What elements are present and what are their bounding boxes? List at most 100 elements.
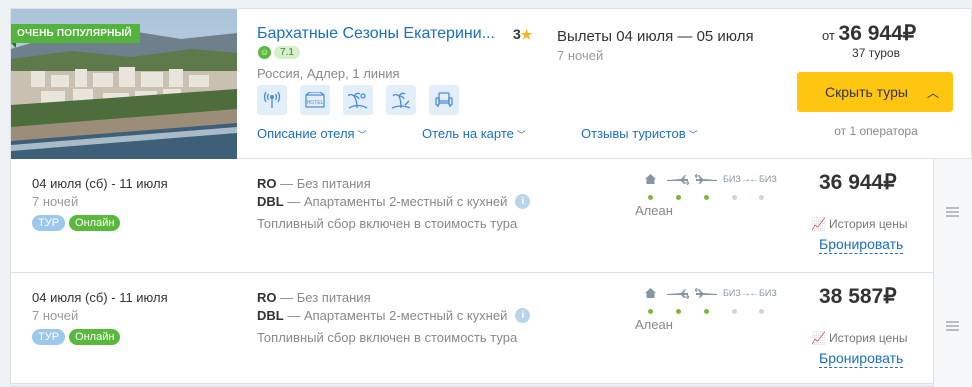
meal-plan: RO — Без питания — [257, 290, 371, 305]
beach-icon[interactable] — [343, 85, 373, 115]
plane-departure-icon — [667, 174, 691, 187]
hotel-name-link[interactable]: Бархатные Сезоны Екатерини... — [257, 25, 495, 43]
business-class-out-icon: БИЗ→ — [723, 288, 751, 299]
room-type: DBL — Апартаменты 2-местный с кухней i — [257, 194, 531, 209]
service-dot-on — [704, 195, 709, 200]
svg-text:HOTEL: HOTEL — [307, 100, 324, 106]
offer-price: 36 944₽ — [819, 171, 897, 194]
min-price-value: 36 944₽ — [838, 22, 917, 45]
included-services: БИЗ→ ←БИЗ — [633, 287, 777, 318]
info-icon[interactable]: i — [515, 194, 531, 209]
meal-code: RO — [257, 176, 277, 191]
service-dot-off — [759, 195, 764, 200]
chevron-down-icon: ﹀ — [688, 130, 698, 140]
popular-badge: ОЧЕНЬ ПОПУЛЯРНЫЙ — [11, 24, 140, 48]
hotel-reviews-label: Отзывы туристов — [581, 126, 686, 141]
chevron-down-icon: ﹀ — [357, 130, 367, 140]
plane-return-icon — [693, 173, 717, 187]
fuel-note: Топливный сбор включен в стоимость тура — [257, 330, 518, 345]
hotel-card: ОЧЕНЬ ПОПУЛЯРНЫЙ Бархатные Сезоны Екатер… — [10, 8, 972, 387]
service-dot-on — [704, 309, 709, 314]
tour-tag: ТУР — [32, 329, 66, 345]
service-dot-off — [732, 309, 737, 314]
online-tag: Онлайн — [69, 215, 121, 231]
house-icon — [645, 174, 656, 186]
offer-row: 04 июля (сб) - 11 июля 7 ночей ТУР Онлай… — [11, 273, 972, 387]
plane-departure-icon — [667, 288, 691, 301]
online-tag: Онлайн — [69, 329, 121, 345]
house-icon — [645, 288, 656, 300]
armchair-icon[interactable] — [429, 85, 459, 115]
meal-text: — Без питания — [280, 176, 371, 191]
meal-code: RO — [257, 290, 277, 305]
room-text: — Апартаменты 2-местный с кухней — [287, 194, 508, 209]
room-type: DBL — Апартаменты 2-местный с кухней i — [257, 308, 531, 323]
hotel-map-link[interactable]: Отель на карте ﹀ — [422, 126, 526, 141]
business-class-back-icon: ←БИЗ — [749, 288, 777, 299]
tour-operator: Алеан — [635, 317, 673, 332]
service-dot-on — [676, 195, 681, 200]
hotel-stars: 3★ — [513, 26, 532, 43]
hide-tours-button[interactable]: Скрыть туры ︿ — [797, 72, 953, 112]
hotel-map-label: Отель на карте — [422, 126, 514, 141]
meal-plan: RO — Без питания — [257, 176, 371, 191]
service-dot-on — [676, 309, 681, 314]
business-class-back-icon: ←БИЗ — [749, 174, 777, 185]
offer-nights: 7 ночей — [32, 308, 79, 323]
offer-price: 38 587₽ — [819, 285, 897, 308]
chart-icon: 📈 — [811, 217, 826, 231]
offer-nights: 7 ночей — [32, 194, 79, 209]
star-icon: ★ — [520, 27, 533, 42]
hotel-photo[interactable]: ОЧЕНЬ ПОПУЛЯРНЫЙ — [11, 9, 237, 159]
room-code: DBL — [257, 308, 284, 323]
hotel-reviews-link[interactable]: Отзывы туристов ﹀ — [581, 126, 698, 141]
offer-tags: ТУР Онлайн — [32, 215, 121, 231]
menu-icon[interactable] — [946, 207, 959, 219]
price-history-link[interactable]: 📈 История цены — [811, 217, 908, 231]
tour-tag: ТУР — [32, 215, 66, 231]
chevron-down-icon: ﹀ — [516, 130, 526, 140]
summary-nights: 7 ночей — [557, 48, 604, 63]
offer-dates: 04 июля (сб) - 11 июля — [32, 176, 168, 191]
beach-palm-icon[interactable] — [386, 85, 416, 115]
info-icon[interactable]: i — [515, 308, 531, 323]
biz-label: БИЗ — [759, 288, 777, 298]
plane-return-icon — [693, 287, 717, 301]
menu-icon[interactable] — [946, 321, 959, 333]
hide-tours-label: Скрыть туры — [825, 84, 908, 100]
tours-count: 37 туров — [852, 46, 900, 60]
hotel-icon[interactable]: HOTEL — [300, 85, 330, 115]
operators-count: от 1 оператора — [834, 124, 918, 138]
book-button[interactable]: Бронировать — [819, 350, 904, 368]
from-label: от — [822, 28, 835, 43]
tour-operator: Алеан — [635, 203, 673, 218]
flight-dates: Вылеты 04 июля — 05 июля — [557, 28, 754, 45]
offer-tags: ТУР Онлайн — [32, 329, 121, 345]
wifi-icon[interactable] — [257, 85, 287, 115]
min-price: от 36 944₽ — [822, 21, 916, 46]
chevron-up-icon: ︿ — [926, 86, 939, 100]
fuel-note: Топливный сбор включен в стоимость тура — [257, 216, 518, 231]
amenities-list: HOTEL — [257, 85, 459, 115]
hotel-location: Россия, Адлер, 1 линия — [257, 66, 400, 81]
hotel-rating: ☺ 7.1 — [258, 46, 300, 59]
book-button[interactable]: Бронировать — [819, 236, 904, 254]
offer-row: 04 июля (сб) - 11 июля 7 ночей ТУР Онлай… — [11, 159, 972, 273]
biz-label: БИЗ — [759, 174, 777, 184]
price-history-label: История цены — [828, 217, 908, 231]
service-dot-off — [759, 309, 764, 314]
chart-icon: 📈 — [811, 331, 826, 345]
room-code: DBL — [257, 194, 284, 209]
stars-count: 3 — [513, 26, 521, 42]
biz-label: БИЗ — [723, 174, 741, 184]
rating-value: 7.1 — [274, 46, 300, 59]
included-services: БИЗ→ ←БИЗ — [633, 173, 777, 204]
hotel-description-label: Описание отеля — [257, 126, 355, 141]
hotel-description-link[interactable]: Описание отеля ﹀ — [257, 126, 367, 141]
room-text: — Апартаменты 2-местный с кухней — [287, 308, 508, 323]
service-dot-off — [732, 195, 737, 200]
meal-text: — Без питания — [280, 290, 371, 305]
service-dot-on — [648, 309, 653, 314]
price-history-link[interactable]: 📈 История цены — [811, 331, 908, 345]
price-history-label: История цены — [828, 331, 908, 345]
